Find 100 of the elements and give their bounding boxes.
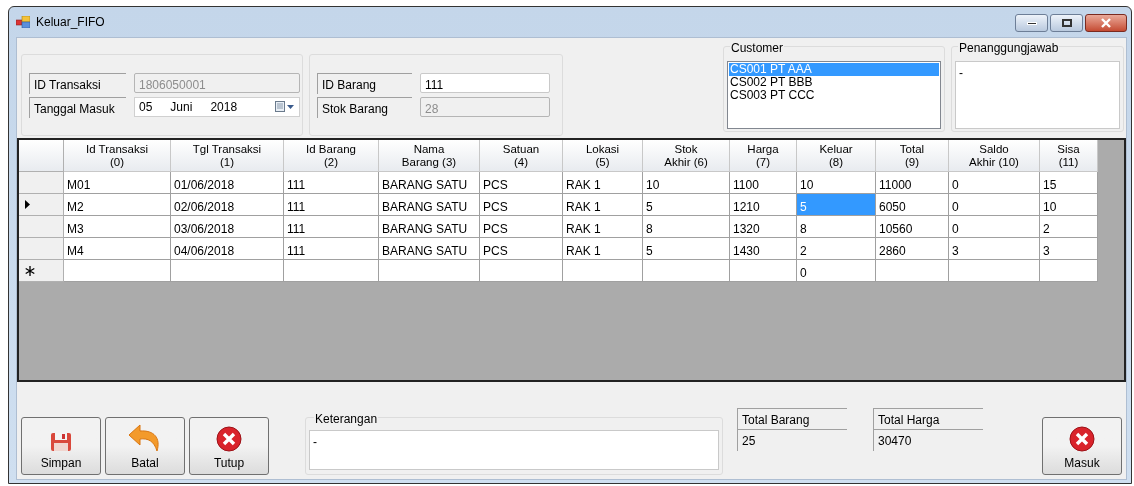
list-item[interactable]: CS002 PT BBB <box>729 76 939 89</box>
table-cell[interactable]: 1210 <box>730 194 797 216</box>
column-header[interactable]: Lokasi (5) <box>563 140 643 172</box>
text-field[interactable]: 111 <box>420 73 550 93</box>
table-cell[interactable]: 0 <box>949 216 1040 238</box>
table-cell[interactable]: 1100 <box>730 172 797 194</box>
text-field[interactable]: - <box>955 61 1120 129</box>
table-cell[interactable] <box>171 260 284 282</box>
table-cell[interactable]: 0 <box>949 194 1040 216</box>
table-cell[interactable] <box>64 260 171 282</box>
table-cell[interactable]: 6050 <box>876 194 949 216</box>
table-cell[interactable] <box>876 260 949 282</box>
total-value: 30470 <box>873 429 983 451</box>
table-cell[interactable]: M3 <box>64 216 171 238</box>
toolbar-button[interactable]: Batal <box>105 417 185 475</box>
table-cell[interactable] <box>643 260 730 282</box>
toolbar-button[interactable]: Simpan <box>21 417 101 475</box>
table-cell[interactable] <box>730 260 797 282</box>
column-header[interactable]: Saldo Akhir (10) <box>949 140 1040 172</box>
table-cell[interactable]: 8 <box>643 216 730 238</box>
close-icon <box>1100 18 1112 28</box>
table-cell[interactable]: M2 <box>64 194 171 216</box>
column-header[interactable]: Id Transaksi (0) <box>64 140 171 172</box>
table-cell[interactable]: 01/06/2018 <box>171 172 284 194</box>
table-cell[interactable]: 1320 <box>730 216 797 238</box>
table-cell[interactable]: PCS <box>480 238 563 260</box>
column-header[interactable]: Sisa (11) <box>1040 140 1098 172</box>
table-cell[interactable]: M01 <box>64 172 171 194</box>
column-header[interactable]: Stok Akhir (6) <box>643 140 730 172</box>
table-cell[interactable]: 5 <box>643 194 730 216</box>
table-cell[interactable]: BARANG SATU <box>379 216 480 238</box>
table-cell[interactable]: 10 <box>797 172 876 194</box>
column-header[interactable]: Total (9) <box>876 140 949 172</box>
table-cell[interactable] <box>563 260 643 282</box>
field-label: Tanggal Masuk <box>29 96 126 118</box>
column-header[interactable]: Nama Barang (3) <box>379 140 480 172</box>
table-cell[interactable]: 10560 <box>876 216 949 238</box>
table-cell[interactable]: RAK 1 <box>563 172 643 194</box>
list-item[interactable]: CS003 PT CCC <box>729 89 939 102</box>
table-cell[interactable]: PCS <box>480 172 563 194</box>
table-cell[interactable]: PCS <box>480 194 563 216</box>
table-cell[interactable]: BARANG SATU <box>379 194 480 216</box>
table-cell[interactable]: 15 <box>1040 172 1098 194</box>
table-cell[interactable]: 2 <box>797 238 876 260</box>
column-header[interactable]: Satuan (4) <box>480 140 563 172</box>
minimize-icon <box>1026 21 1037 25</box>
column-header[interactable]: Harga (7) <box>730 140 797 172</box>
table-cell[interactable]: 03/06/2018 <box>171 216 284 238</box>
total-label: Total Barang <box>737 408 847 429</box>
field-value: - <box>313 435 317 449</box>
submit-button[interactable]: Masuk <box>1042 417 1122 475</box>
close-button[interactable] <box>1085 14 1127 32</box>
table-cell[interactable] <box>379 260 480 282</box>
table-cell[interactable]: 10 <box>643 172 730 194</box>
table-cell[interactable] <box>1040 260 1098 282</box>
table-cell[interactable]: RAK 1 <box>563 238 643 260</box>
window-title: Keluar_FIFO <box>36 14 105 31</box>
toolbar-button[interactable]: Tutup <box>189 417 269 475</box>
maximize-button[interactable] <box>1050 14 1083 32</box>
table-cell[interactable]: 3 <box>1040 238 1098 260</box>
table-cell[interactable]: 1430 <box>730 238 797 260</box>
table-cell[interactable]: 11000 <box>876 172 949 194</box>
table-cell[interactable] <box>480 260 563 282</box>
new-row-icon <box>25 265 35 276</box>
current-row-icon <box>25 200 30 209</box>
calendar-dropdown-icon[interactable] <box>275 101 295 113</box>
date-picker[interactable]: 05 Juni 2018 <box>134 97 300 117</box>
table-cell[interactable]: 111 <box>284 172 379 194</box>
table-cell[interactable]: 111 <box>284 216 379 238</box>
row-header[interactable] <box>19 194 64 216</box>
table-cell[interactable]: 10 <box>1040 194 1098 216</box>
table-cell[interactable]: PCS <box>480 216 563 238</box>
table-cell[interactable]: 111 <box>284 238 379 260</box>
table-cell[interactable]: 8 <box>797 216 876 238</box>
maximize-icon <box>1061 19 1072 27</box>
table-cell[interactable]: 04/06/2018 <box>171 238 284 260</box>
column-header[interactable]: Id Barang (2) <box>284 140 379 172</box>
table-cell[interactable]: M4 <box>64 238 171 260</box>
table-cell[interactable]: BARANG SATU <box>379 238 480 260</box>
table-cell[interactable]: 02/06/2018 <box>171 194 284 216</box>
table-cell[interactable]: 0 <box>797 260 876 282</box>
text-field[interactable]: - <box>309 430 719 470</box>
table-cell[interactable]: RAK 1 <box>563 216 643 238</box>
table-cell[interactable]: 3 <box>949 238 1040 260</box>
table-cell[interactable] <box>284 260 379 282</box>
field-label: Stok Barang <box>317 96 412 118</box>
column-header[interactable]: Keluar (8) <box>797 140 876 172</box>
table-cell[interactable]: 111 <box>284 194 379 216</box>
table-cell[interactable]: RAK 1 <box>563 194 643 216</box>
table-cell[interactable] <box>949 260 1040 282</box>
field-label: ID Barang <box>317 72 412 94</box>
customer-list[interactable]: CS001 PT AAA CS002 PT BBB CS003 PT CCC <box>727 61 941 129</box>
table-cell[interactable]: 0 <box>949 172 1040 194</box>
table-cell[interactable]: 2 <box>1040 216 1098 238</box>
table-cell[interactable]: 5 <box>643 238 730 260</box>
minimize-button[interactable] <box>1015 14 1048 32</box>
table-cell[interactable]: BARANG SATU <box>379 172 480 194</box>
table-cell[interactable]: 2860 <box>876 238 949 260</box>
column-header[interactable]: Tgl Transaksi (1) <box>171 140 284 172</box>
row-header[interactable] <box>19 260 64 282</box>
